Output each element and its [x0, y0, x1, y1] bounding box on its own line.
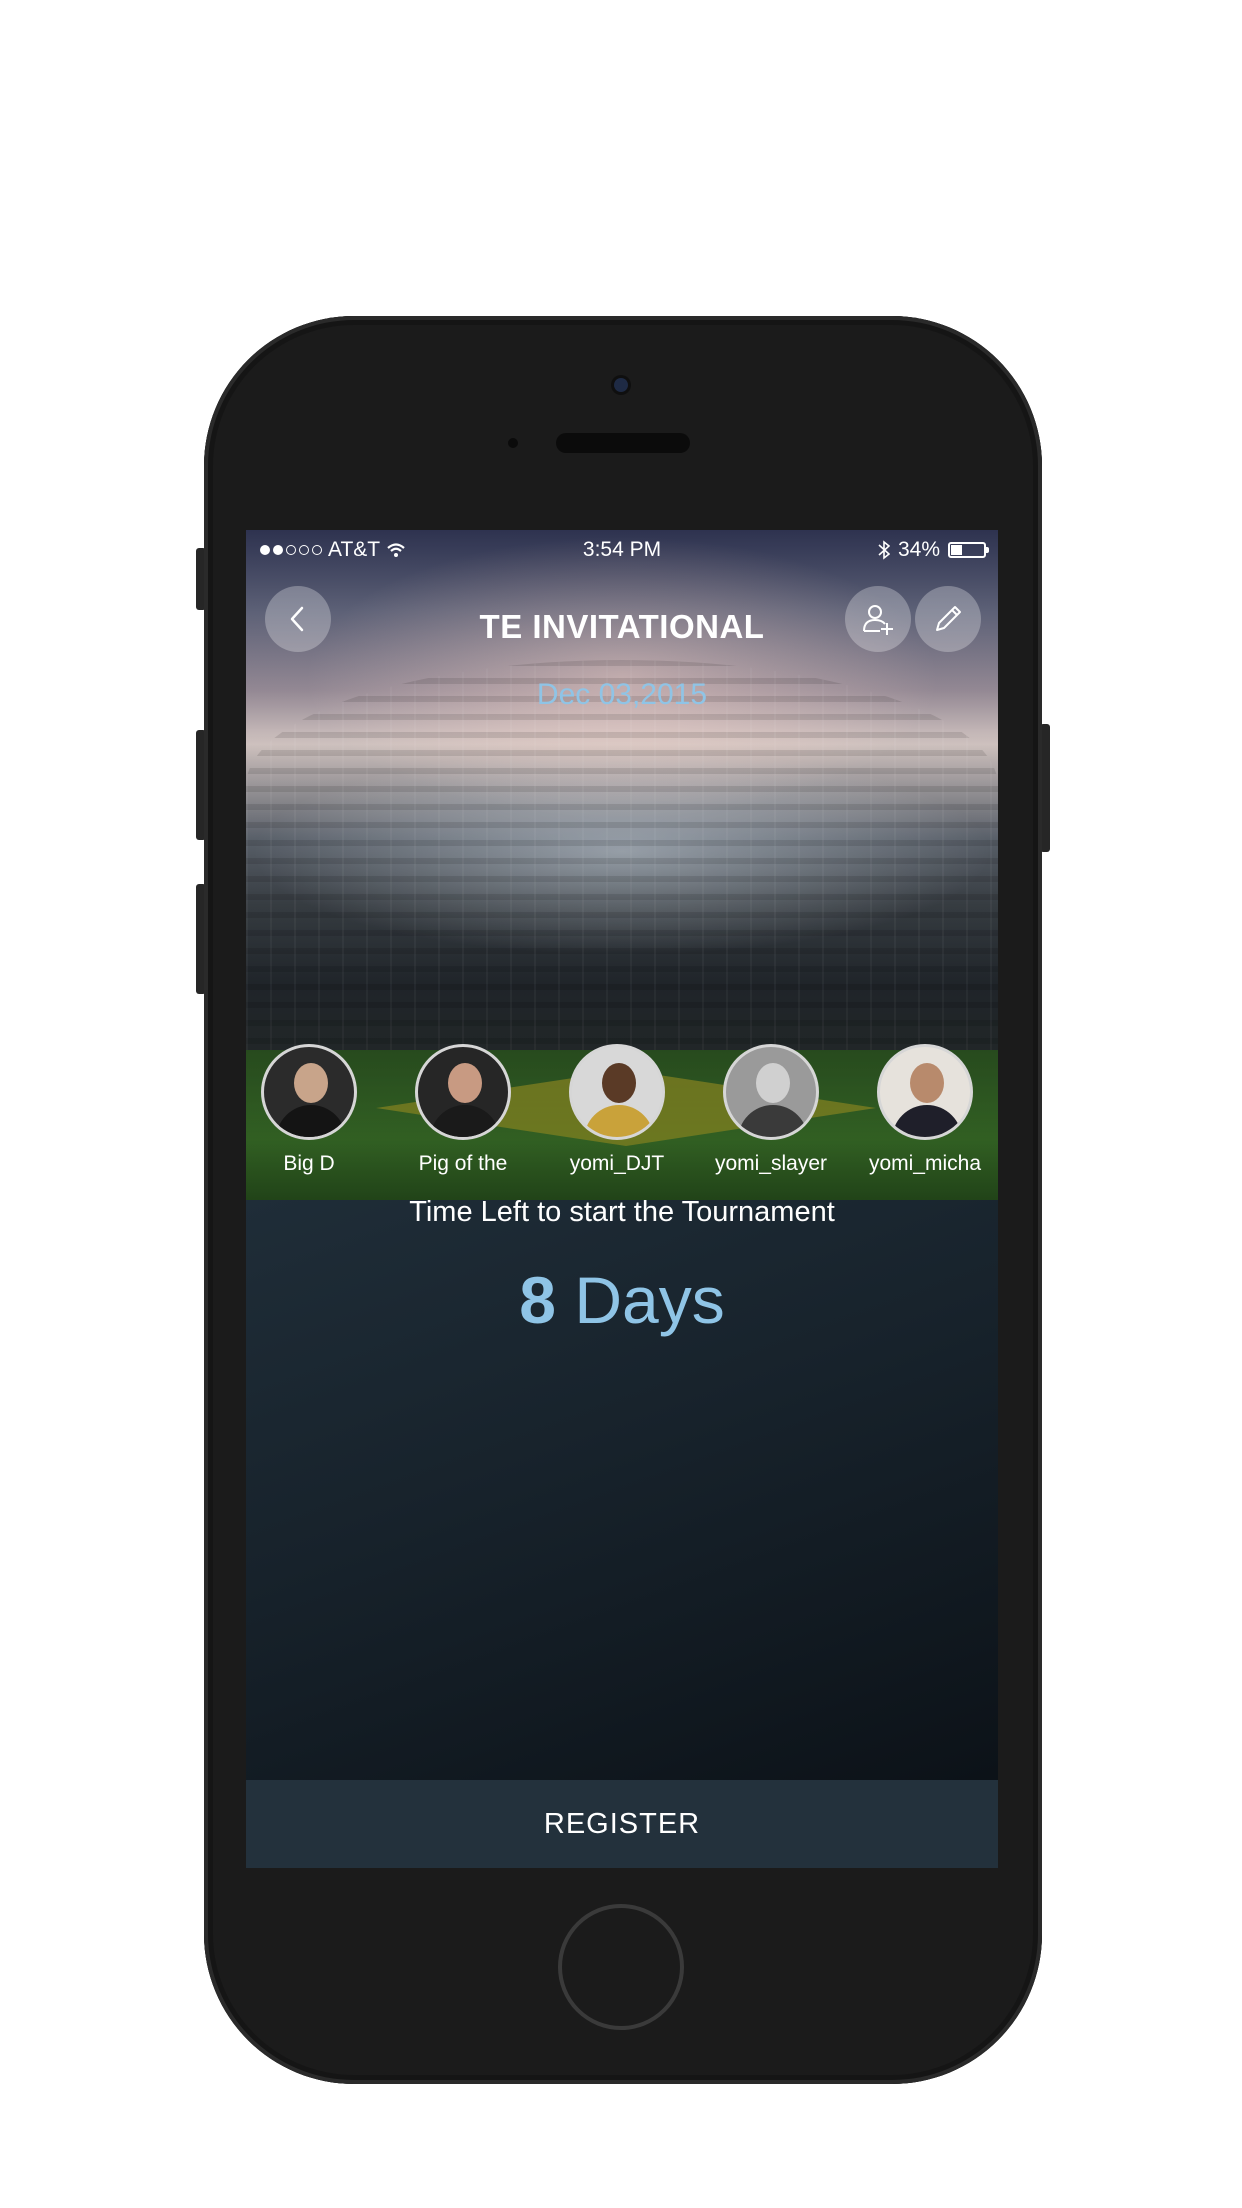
- avatar: [723, 1044, 819, 1140]
- participant-item[interactable]: yomi_micha: [850, 1044, 998, 1176]
- battery-fill: [951, 545, 962, 555]
- participant-name: Big D: [283, 1152, 335, 1175]
- avatar-body: [738, 1105, 808, 1137]
- participant-name: Pig of the: [418, 1152, 508, 1175]
- avatar-body: [430, 1105, 500, 1137]
- edit-button[interactable]: [915, 586, 981, 652]
- countdown-value: 8 Days: [246, 1262, 998, 1338]
- participant-item[interactable]: yomi_slayer: [696, 1044, 846, 1176]
- avatar-head: [448, 1063, 482, 1103]
- status-bar: AT&T 3:54 PM 34%: [246, 530, 998, 570]
- participant-item[interactable]: Pig of the: [388, 1044, 538, 1176]
- canvas: AT&T 3:54 PM 34% TE INVITATIONAL Dec 03,…: [0, 0, 1242, 2208]
- avatar-head: [602, 1063, 636, 1103]
- status-right: 34%: [878, 538, 989, 562]
- countdown-unit: Days: [574, 1263, 725, 1337]
- countdown-label: Time Left to start the Tournament: [409, 1196, 835, 1228]
- avatar: [415, 1044, 511, 1140]
- earpiece-speaker: [556, 433, 690, 453]
- avatar-head: [756, 1063, 790, 1103]
- participant-item[interactable]: yomi_DJT: [542, 1044, 692, 1176]
- participant-name: yomi_DJT: [569, 1152, 665, 1175]
- add-participant-button[interactable]: [845, 586, 911, 652]
- avatar: [261, 1044, 357, 1140]
- pencil-icon: [936, 606, 961, 631]
- bluetooth-icon: [878, 540, 890, 560]
- avatar-head: [294, 1063, 328, 1103]
- countdown-number: 8: [519, 1263, 556, 1337]
- front-camera: [614, 378, 628, 392]
- home-button[interactable]: [558, 1904, 684, 2030]
- register-button[interactable]: REGISTER: [246, 1780, 998, 1868]
- avatar-head: [910, 1063, 944, 1103]
- tournament-date: Dec 03,2015: [536, 678, 708, 711]
- participant-name: yomi_slayer: [714, 1152, 828, 1175]
- add-user-icon: [863, 605, 893, 635]
- proximity-sensor: [508, 438, 518, 448]
- battery-percent: 34%: [897, 538, 940, 561]
- participant-name: yomi_micha: [868, 1152, 982, 1175]
- avatar-body: [584, 1105, 654, 1137]
- avatar: [877, 1044, 973, 1140]
- participant-item[interactable]: Big D: [246, 1044, 384, 1176]
- avatar: [569, 1044, 665, 1140]
- participant-list: Big D Pig of the yomi_DJT yomi_slayer yo…: [246, 1044, 998, 1200]
- app-screen: AT&T 3:54 PM 34% TE INVITATIONAL Dec 03,…: [246, 530, 998, 1868]
- battery-icon: [948, 542, 989, 558]
- avatar-body: [276, 1105, 346, 1137]
- avatar-body: [892, 1105, 962, 1137]
